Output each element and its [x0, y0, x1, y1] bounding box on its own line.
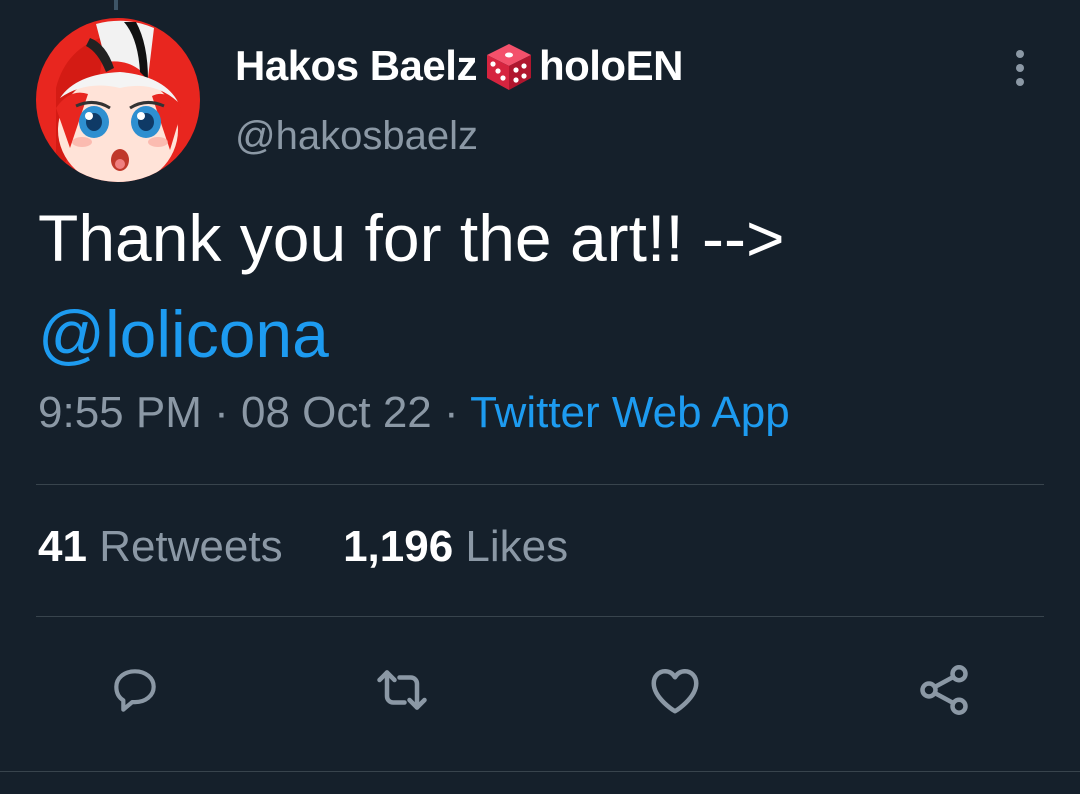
thread-connector-line: [114, 0, 118, 10]
retweets-count: 41: [38, 522, 87, 571]
retweets-stat[interactable]: 41 Retweets: [38, 522, 283, 571]
retweets-label: Retweets: [99, 522, 283, 571]
avatar[interactable]: [36, 18, 200, 182]
share-icon: [920, 665, 968, 715]
more-dot-icon: [1016, 50, 1024, 58]
tweet-date[interactable]: 08 Oct 22: [241, 388, 432, 437]
more-dot-icon: [1016, 78, 1024, 86]
display-name-suffix: holoEN: [538, 42, 683, 89]
like-icon: [651, 669, 699, 714]
more-dot-icon: [1016, 64, 1024, 72]
tweet-detail: Hakos Baelz holoEN @hakosbaelz Thank you…: [0, 0, 1080, 794]
dice-icon: [486, 44, 531, 90]
likes-count: 1,196: [343, 522, 454, 571]
reply-icon: [114, 669, 156, 712]
divider: [0, 771, 1080, 772]
meta-separator: ·: [444, 388, 459, 437]
retweet-button[interactable]: [370, 658, 434, 722]
divider: [36, 616, 1044, 617]
mention-link[interactable]: @lolicona: [38, 286, 1038, 382]
tweet-text: Thank you for the art!! --> @lolicona: [38, 190, 1038, 382]
tweet-meta: 9:55 PM · 08 Oct 22 · Twitter Web App: [38, 388, 790, 438]
author-handle[interactable]: @hakosbaelz: [235, 114, 478, 159]
like-button[interactable]: [643, 658, 707, 722]
tweet-time[interactable]: 9:55 PM: [38, 388, 202, 437]
more-options-button[interactable]: [1000, 42, 1040, 94]
tweet-actions: [0, 658, 1080, 722]
meta-separator: ·: [214, 388, 229, 437]
retweet-icon: [377, 670, 427, 710]
display-name-prefix: Hakos Baelz: [235, 42, 477, 89]
likes-label: Likes: [465, 522, 569, 571]
author-name[interactable]: Hakos Baelz holoEN: [235, 40, 683, 92]
divider: [36, 484, 1044, 485]
tweet-body: Thank you for the art!! -->: [38, 201, 785, 275]
reply-button[interactable]: [103, 658, 167, 722]
likes-stat[interactable]: 1,196 Likes: [343, 522, 568, 571]
tweet-source-link[interactable]: Twitter Web App: [470, 388, 790, 437]
share-button[interactable]: [912, 658, 976, 722]
tweet-stats: 41 Retweets 1,196 Likes: [38, 522, 568, 572]
